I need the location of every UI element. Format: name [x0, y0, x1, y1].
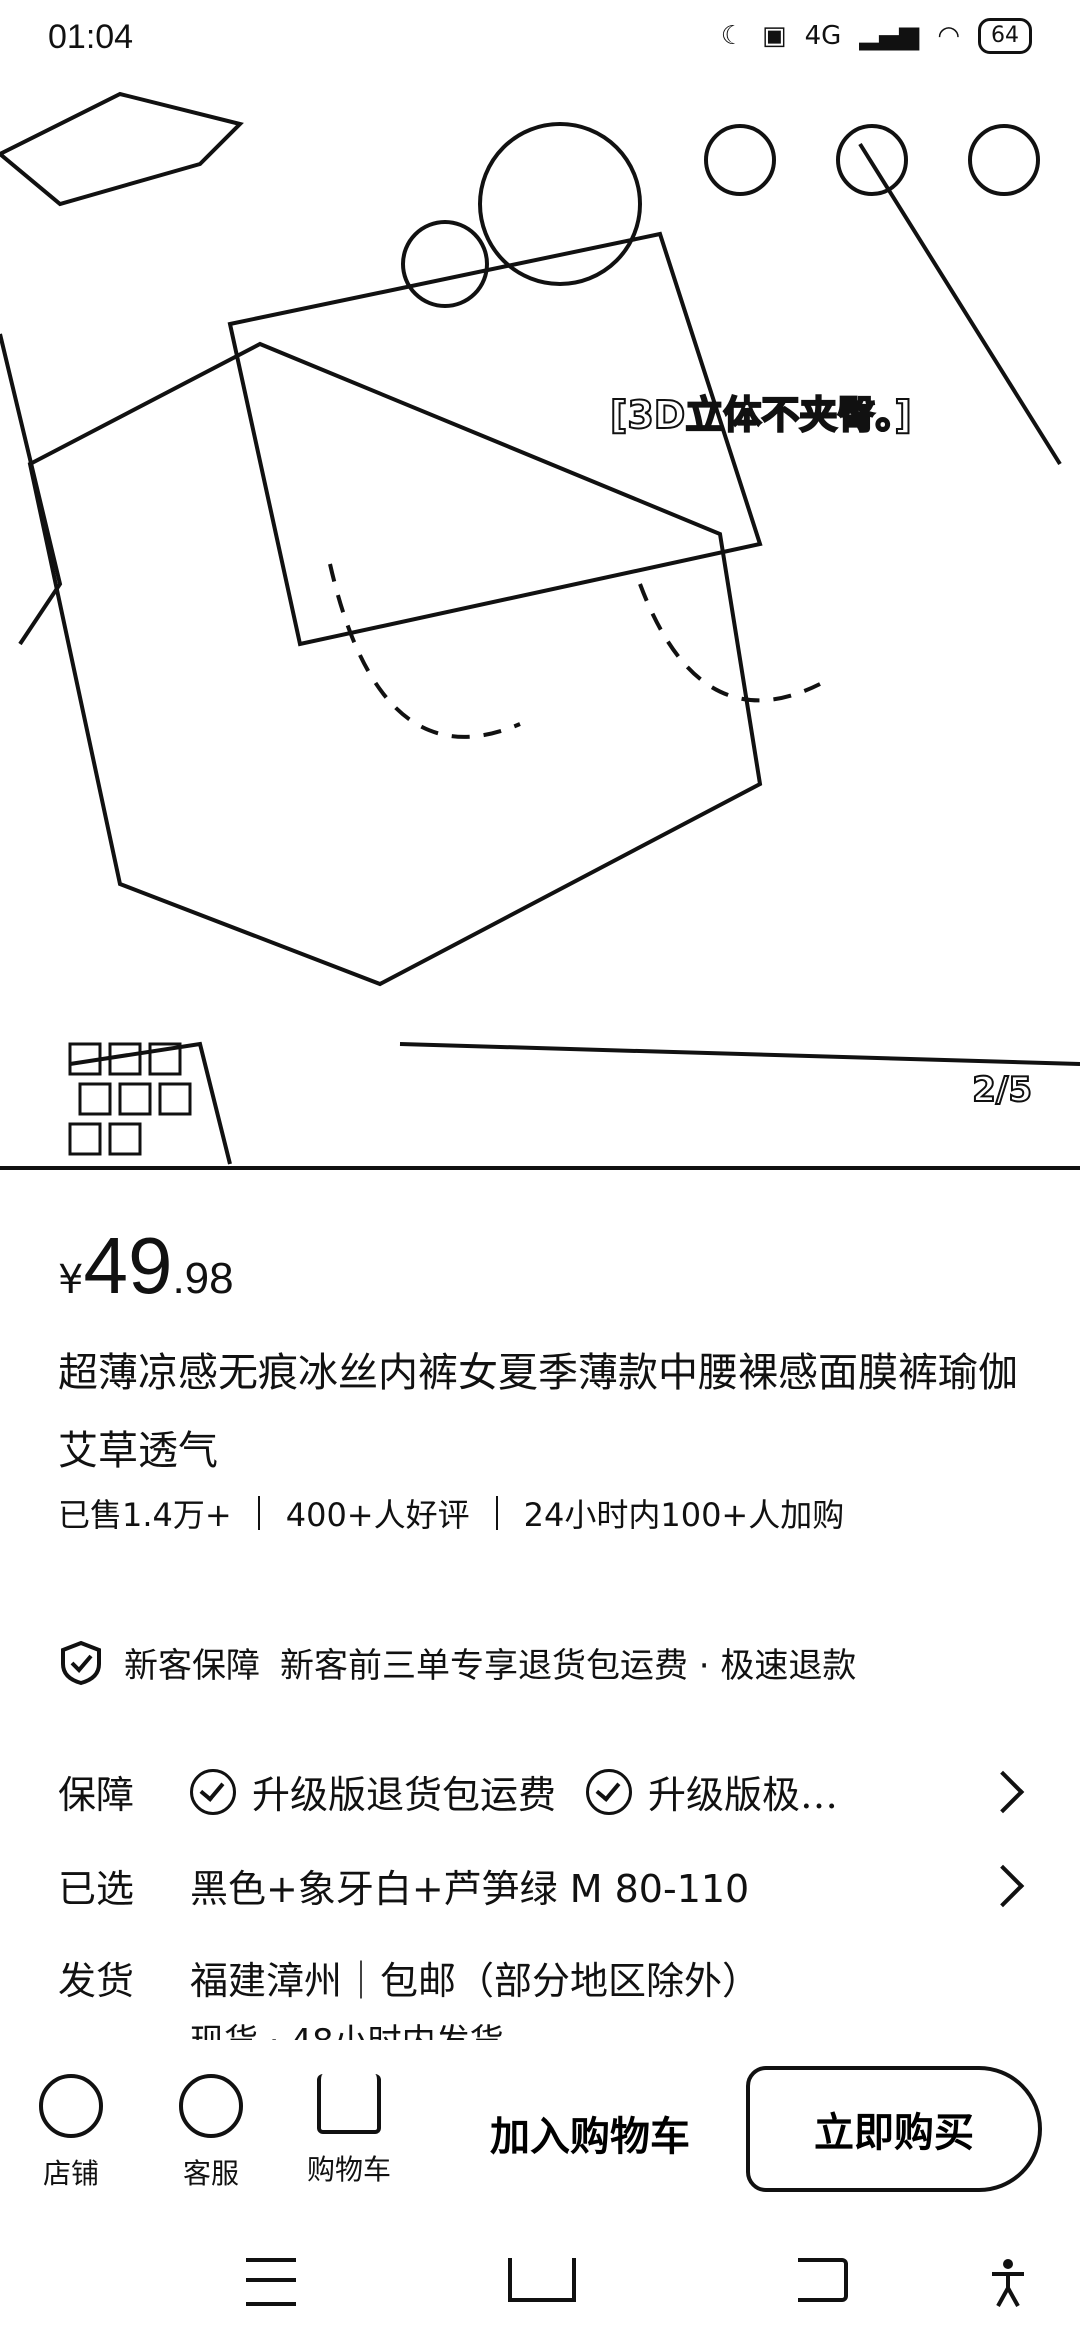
check-circle-icon [586, 1768, 633, 1815]
product-title: 超薄凉感无痕冰丝内裤女夏季薄款中腰裸感面膜裤瑜伽艾草透气 [58, 1350, 1018, 1474]
shield-check-icon [61, 1640, 101, 1685]
network-label: 4G [804, 21, 842, 51]
bottom-action-bar: 店铺 客服 购物车 加入购物车 立即购买 [0, 2046, 1080, 2228]
hd-icon: ▣ [762, 21, 787, 51]
buy-now-button[interactable]: 立即购买 [746, 2066, 1042, 2192]
store-label: 店铺 [42, 2157, 99, 2190]
battery-icon: 64 [978, 18, 1032, 54]
accessibility-icon[interactable] [990, 2258, 1026, 2308]
headset-icon [179, 2074, 243, 2138]
protection-item: 升级版极… [648, 1773, 839, 1817]
store-button[interactable]: 店铺 [16, 2074, 126, 2192]
signal-icon: ▂▄▆ [859, 21, 920, 51]
price-integer: 49 [83, 1221, 173, 1310]
system-navigation-bar [0, 2228, 1080, 2340]
stat-sold: 已售1.4万+ [58, 1496, 232, 1534]
share-icon[interactable] [968, 124, 1040, 196]
check-circle-icon [190, 1768, 236, 1815]
protection-label: 保障 [58, 1773, 135, 1817]
chevron-right-icon [981, 1864, 1025, 1907]
cart-button[interactable]: 购物车 [294, 2074, 404, 2188]
shipping-value: 福建漳州｜包邮（部分地区除外） [190, 1959, 761, 2003]
image-counter: 2/5 [971, 1069, 1033, 1111]
guarantee-label: 新客保障 [124, 1646, 260, 1686]
guarantee-text: 新客前三单专享退货包运费 · 极速退款 [280, 1646, 857, 1686]
customer-service-button[interactable]: 客服 [156, 2074, 266, 2192]
price-currency: ¥ [58, 1257, 84, 1303]
product-price: ¥49.98 [58, 1220, 234, 1312]
back-icon[interactable] [798, 2258, 848, 2302]
shipping-row[interactable]: 发货 福建漳州｜包邮（部分地区除外） [58, 1950, 1038, 2005]
price-decimal: .98 [172, 1254, 234, 1303]
image-caption: [3D立体不夹臀。] [609, 392, 913, 438]
status-bar: 01:04 ☾ ▣ 4G ▂▄▆ ◠ 64 [0, 0, 1080, 80]
home-icon[interactable] [508, 2258, 576, 2302]
stock-info: 现货 · 48小时内发货 [190, 2014, 504, 2040]
stat-reviews: 400+人好评 [285, 1496, 470, 1534]
status-time: 01:04 [48, 18, 134, 56]
selected-value: 黑色+象牙白+芦笋绿 M 80-110 [190, 1867, 750, 1911]
store-icon [39, 2074, 103, 2138]
stat-carted: 24小时内100+人加购 [523, 1496, 845, 1534]
favorite-icon[interactable] [836, 124, 908, 196]
wifi-icon: ◠ [937, 21, 960, 51]
protection-item: 升级版退货包运费 [252, 1773, 557, 1817]
new-customer-guarantee[interactable]: 新客保障 新客前三单专享退货包运费 · 极速退款 [58, 1638, 856, 1687]
stat-divider [495, 1496, 498, 1530]
product-image-carousel[interactable]: [3D立体不夹臀。] 2/5 [0, 84, 1080, 1170]
menu-icon[interactable] [246, 2258, 296, 2306]
add-to-cart-button[interactable]: 加入购物车 [470, 2090, 710, 2176]
status-icons: ☾ ▣ 4G ▂▄▆ ◠ 64 [721, 18, 1032, 54]
shipping-label: 发货 [58, 1959, 135, 2003]
protection-row[interactable]: 保障 升级版退货包运费 升级版极… [58, 1764, 1038, 1819]
selected-label: 已选 [58, 1867, 135, 1911]
stat-divider [257, 1496, 260, 1530]
cart-icon [317, 2074, 381, 2134]
more-icon[interactable] [704, 124, 776, 196]
cart-label: 购物车 [306, 2153, 391, 2186]
product-image [0, 91, 1080, 1165]
chevron-right-icon [981, 1770, 1025, 1813]
selected-variant-row[interactable]: 已选 黑色+象牙白+芦笋绿 M 80-110 [58, 1858, 1038, 1913]
product-stats: 已售1.4万+ 400+人好评 24小时内100+人加购 [58, 1490, 844, 1536]
moon-icon: ☾ [720, 21, 745, 51]
service-label: 客服 [182, 2157, 239, 2190]
